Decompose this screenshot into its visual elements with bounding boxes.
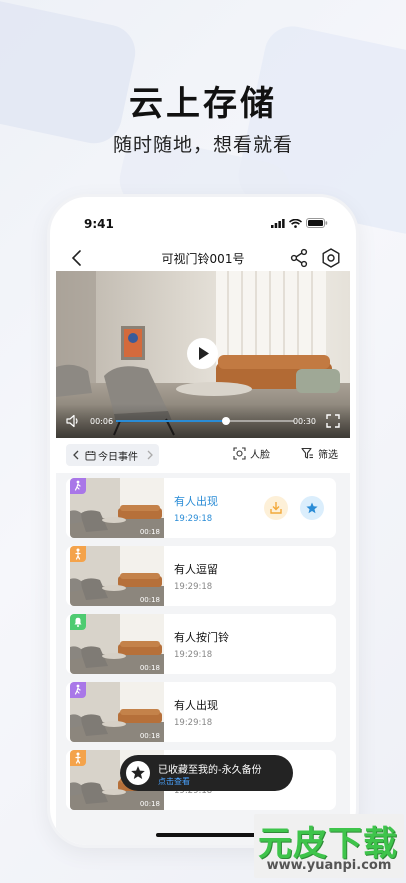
clip-duration: 00:18 — [139, 732, 160, 740]
play-icon — [199, 347, 209, 360]
person-stand-icon — [75, 548, 81, 560]
event-title: 有人出现 — [174, 495, 218, 508]
calendar-icon — [85, 450, 96, 460]
event-time: 19:29:18 — [174, 582, 213, 592]
progress-handle[interactable] — [222, 417, 231, 425]
watermark-url: www.yuanpi.com — [266, 858, 392, 873]
download-icon — [270, 502, 282, 514]
favorite-button[interactable] — [300, 496, 324, 520]
clip-duration: 00:18 — [139, 800, 160, 808]
event-type-tag — [70, 614, 86, 630]
event-card[interactable]: 00:18 有人逗留 19:29:18 — [66, 546, 336, 606]
event-time: 19:29:18 — [174, 514, 213, 524]
clip-duration: 00:18 — [139, 664, 160, 672]
person-stand-icon — [75, 752, 81, 764]
top-nav-bar: 可视门铃001号 — [50, 241, 356, 275]
event-type-tag — [70, 750, 86, 766]
clip-duration: 00:18 — [139, 596, 160, 604]
chevron-left-icon[interactable] — [69, 448, 83, 462]
status-bar: 9:41 — [50, 197, 356, 233]
date-label: 今日事件 — [98, 451, 138, 463]
event-title: 有人出现 — [174, 699, 218, 712]
signal-icon — [271, 218, 285, 228]
download-button[interactable] — [264, 496, 288, 520]
promo-subtitle: 随时随地，想看就看 — [112, 134, 293, 156]
person-walk-icon — [74, 480, 81, 491]
bell-icon — [74, 617, 82, 627]
event-thumbnail[interactable]: 00:18 — [70, 614, 164, 674]
promo-title: 云上存储 — [129, 84, 277, 124]
face-filter-button[interactable]: 人脸 — [233, 446, 270, 461]
wifi-icon — [289, 218, 302, 228]
event-card[interactable]: 00:18 有人按门铃 19:29:18 — [66, 614, 336, 674]
play-button[interactable] — [187, 338, 218, 369]
toast-message: 已收藏至我的-永久备份 — [158, 765, 262, 776]
event-type-tag — [70, 478, 86, 494]
phone-screen: 9:41 可视门铃001号 00:06 00:30 今日事件 人脸 筛选 00:… — [47, 194, 359, 848]
event-title: 有人逗留 — [174, 563, 218, 576]
home-indicator — [156, 833, 256, 837]
date-selector[interactable]: 今日事件 — [66, 444, 159, 466]
share-icon[interactable] — [288, 247, 310, 269]
event-thumbnail[interactable]: 00:18 — [70, 682, 164, 742]
filter-label: 筛选 — [318, 450, 338, 461]
event-title: 有人按门铃 — [174, 631, 229, 644]
toast-notification[interactable]: 已收藏至我的-永久备份 点击查看 — [120, 755, 293, 791]
current-time: 00:06 — [90, 417, 114, 426]
person-walk-icon — [74, 684, 81, 695]
face-filter-label: 人脸 — [250, 450, 270, 461]
event-time: 19:29:18 — [174, 718, 213, 728]
volume-icon[interactable] — [66, 414, 80, 428]
toast-action-link[interactable]: 点击查看 — [158, 776, 190, 787]
event-card[interactable]: 00:18 有人出现 19:29:18 — [66, 682, 336, 742]
watermark-logo: 元皮下载 www.yuanpi.com — [254, 814, 404, 878]
event-type-tag — [70, 546, 86, 562]
face-scan-icon — [233, 447, 246, 460]
event-list: 00:18 有人出现 19:29:18 00:18 有人逗留 19:29:18 00:18 有… — [56, 473, 350, 845]
battery-icon — [306, 218, 328, 228]
settings-icon[interactable] — [320, 247, 342, 269]
status-time: 9:41 — [84, 217, 114, 231]
fullscreen-icon[interactable] — [326, 414, 340, 428]
event-type-tag — [70, 682, 86, 698]
chevron-right-icon[interactable] — [143, 448, 157, 462]
filter-button[interactable]: 筛选 — [301, 446, 338, 461]
player-controls: 00:06 00:30 — [56, 404, 350, 438]
star-icon — [131, 766, 145, 779]
background-shape — [0, 0, 141, 149]
event-filter-bar: 今日事件 人脸 筛选 — [50, 441, 356, 471]
toast-icon-circle — [126, 761, 150, 785]
video-player[interactable]: 00:06 00:30 — [56, 271, 350, 438]
event-thumbnail[interactable]: 00:18 — [70, 546, 164, 606]
page-title: 可视门铃001号 — [161, 252, 245, 266]
total-time: 00:30 — [292, 417, 316, 426]
star-icon — [306, 502, 318, 514]
event-card[interactable]: 00:18 有人出现 19:29:18 — [66, 478, 336, 538]
filter-icon — [301, 447, 313, 459]
clip-duration: 00:18 — [139, 528, 160, 536]
progress-fill — [116, 420, 227, 422]
progress-track[interactable] — [116, 417, 294, 425]
event-thumbnail[interactable]: 00:18 — [70, 478, 164, 538]
event-time: 19:29:18 — [174, 650, 213, 660]
